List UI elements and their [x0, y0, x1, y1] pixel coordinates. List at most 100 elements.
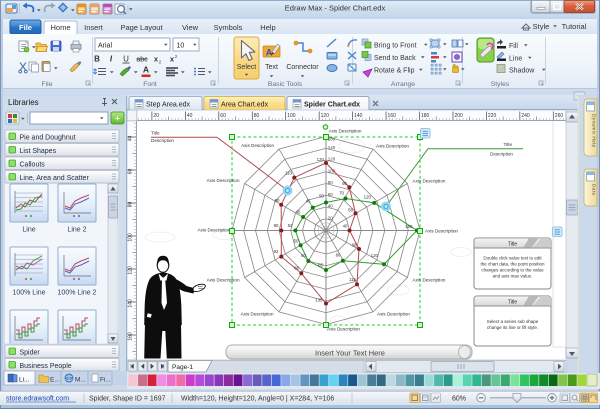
svg-text:Description: Description: [151, 138, 174, 143]
svg-text:Insert Your Text Here: Insert Your Text Here: [315, 349, 385, 358]
svg-text:45: 45: [296, 210, 301, 215]
svg-text:80: 80: [254, 113, 260, 119]
svg-text:52: 52: [288, 223, 293, 228]
svg-text:Page-1: Page-1: [172, 364, 193, 371]
svg-text:Insert: Insert: [84, 23, 104, 32]
svg-text:115: 115: [349, 277, 357, 282]
svg-text:File: File: [42, 81, 53, 88]
svg-text:110: 110: [285, 171, 293, 176]
svg-text:Axis Description: Axis Description: [377, 312, 410, 317]
svg-text:100: 100: [287, 113, 296, 119]
svg-text:92: 92: [274, 249, 279, 254]
svg-text:10: 10: [177, 43, 185, 50]
svg-text:95: 95: [342, 181, 347, 186]
svg-text:Connector: Connector: [286, 64, 319, 71]
svg-text:Title: Title: [508, 300, 517, 306]
svg-text:65: 65: [318, 263, 323, 268]
svg-text:20: 20: [153, 113, 159, 119]
svg-text:68: 68: [352, 243, 357, 248]
svg-text:Arial: Arial: [98, 43, 112, 50]
svg-text:abc: abc: [136, 57, 148, 64]
svg-text:Li...: Li...: [19, 377, 30, 384]
svg-text:Description: Description: [490, 152, 513, 157]
svg-text:Page Layout: Page Layout: [120, 23, 163, 32]
svg-text:40: 40: [328, 204, 334, 209]
svg-text:80: 80: [128, 202, 134, 208]
svg-text:changes according to the value: changes according to the value: [481, 268, 544, 273]
svg-text:100% Line: 100% Line: [12, 290, 45, 297]
svg-text:Axis Description: Axis Description: [425, 229, 458, 234]
svg-text:Styles: Styles: [491, 81, 510, 88]
svg-text:Tutorial: Tutorial: [562, 22, 587, 31]
svg-text:A: A: [266, 48, 273, 58]
svg-text:45: 45: [306, 199, 311, 204]
svg-text:100% Line 2: 100% Line 2: [58, 290, 97, 297]
svg-text:Spider Chart.edx: Spider Chart.edx: [304, 102, 360, 109]
svg-text:Axis Description: Axis Description: [198, 228, 231, 233]
svg-text:60: 60: [128, 169, 134, 175]
svg-text:80: 80: [274, 223, 279, 228]
svg-text:M...: M...: [75, 377, 86, 384]
svg-text:135: 135: [315, 298, 323, 303]
svg-text:E...: E...: [50, 377, 60, 384]
svg-text:Libraries: Libraries: [8, 98, 39, 107]
svg-text:Dynamic Help: Dynamic Help: [591, 114, 597, 147]
svg-text:90: 90: [275, 198, 280, 203]
svg-text:120: 120: [317, 157, 325, 162]
svg-text:A: A: [143, 65, 149, 75]
svg-text:120: 120: [321, 113, 330, 119]
svg-text:140: 140: [354, 113, 363, 119]
svg-text:Axis Description: Axis Description: [241, 312, 274, 317]
svg-text:60: 60: [220, 113, 226, 119]
svg-text:Arrange: Arrange: [391, 81, 415, 88]
svg-text:120: 120: [328, 157, 336, 162]
svg-text:120: 120: [128, 266, 134, 275]
svg-text:Axis Description: Axis Description: [327, 327, 360, 332]
svg-text:Rotate & Flip: Rotate & Flip: [374, 68, 415, 75]
svg-text:Callouts: Callouts: [20, 161, 46, 168]
svg-text:120: 120: [371, 253, 379, 258]
svg-text:140: 140: [328, 145, 336, 150]
svg-text:Shadow: Shadow: [509, 68, 535, 75]
svg-text:86: 86: [294, 266, 299, 271]
svg-text:240: 240: [521, 113, 530, 119]
svg-text:60%: 60%: [452, 396, 466, 403]
svg-text:Font: Font: [143, 81, 157, 88]
svg-text:Line 2: Line 2: [67, 227, 86, 234]
svg-text:Style: Style: [533, 22, 550, 31]
svg-text:20: 20: [328, 215, 334, 220]
svg-text:store.edrawsoft.com: store.edrawsoft.com: [6, 396, 69, 403]
svg-text:Line, Area and Scatter: Line, Area and Scatter: [20, 175, 90, 182]
svg-text:Axis Description: Axis Description: [241, 143, 274, 148]
svg-text:the chart data, the point posi: the chart data, the point position: [480, 262, 545, 267]
svg-text:80: 80: [328, 180, 334, 185]
svg-text:Line: Line: [22, 227, 35, 234]
svg-text:60: 60: [301, 253, 306, 258]
svg-text:Title: Title: [151, 131, 160, 136]
svg-text:Spider: Spider: [20, 349, 41, 356]
svg-text:View: View: [182, 23, 199, 32]
svg-text:B: B: [94, 55, 100, 64]
svg-text:160: 160: [405, 224, 413, 229]
svg-text:change its line or fill style.: change its line or fill style.: [487, 325, 538, 330]
svg-text:58: 58: [348, 208, 353, 213]
svg-text:Axis Description: Axis Description: [329, 129, 362, 134]
svg-text:Line: Line: [509, 56, 522, 63]
svg-text:50: 50: [319, 194, 324, 199]
svg-text:and axis max value.: and axis max value.: [493, 274, 533, 279]
svg-text:220: 220: [488, 113, 497, 119]
svg-text:Spider, Shape ID = 1697: Spider, Shape ID = 1697: [89, 396, 166, 403]
svg-text:Double click value text to edi: Double click value text to edit: [483, 256, 542, 261]
svg-text:Axis Description: Axis Description: [207, 278, 240, 283]
svg-text:Title: Title: [504, 142, 513, 147]
svg-text:Width=120, Height=120, Angle=0: Width=120, Height=120, Angle=0 | X=284, …: [181, 396, 334, 403]
svg-text:Area Chart.edx: Area Chart.edx: [221, 102, 269, 109]
svg-text:Text: Text: [265, 64, 278, 71]
svg-text:180: 180: [421, 113, 430, 119]
svg-text:Pie and Doughnut: Pie and Doughnut: [20, 134, 76, 141]
svg-text:Help: Help: [260, 23, 275, 32]
svg-text:50: 50: [294, 239, 299, 244]
svg-text:List Shapes: List Shapes: [20, 148, 57, 155]
svg-text:Axis Description: Axis Description: [413, 179, 446, 184]
svg-text:140: 140: [128, 299, 134, 308]
